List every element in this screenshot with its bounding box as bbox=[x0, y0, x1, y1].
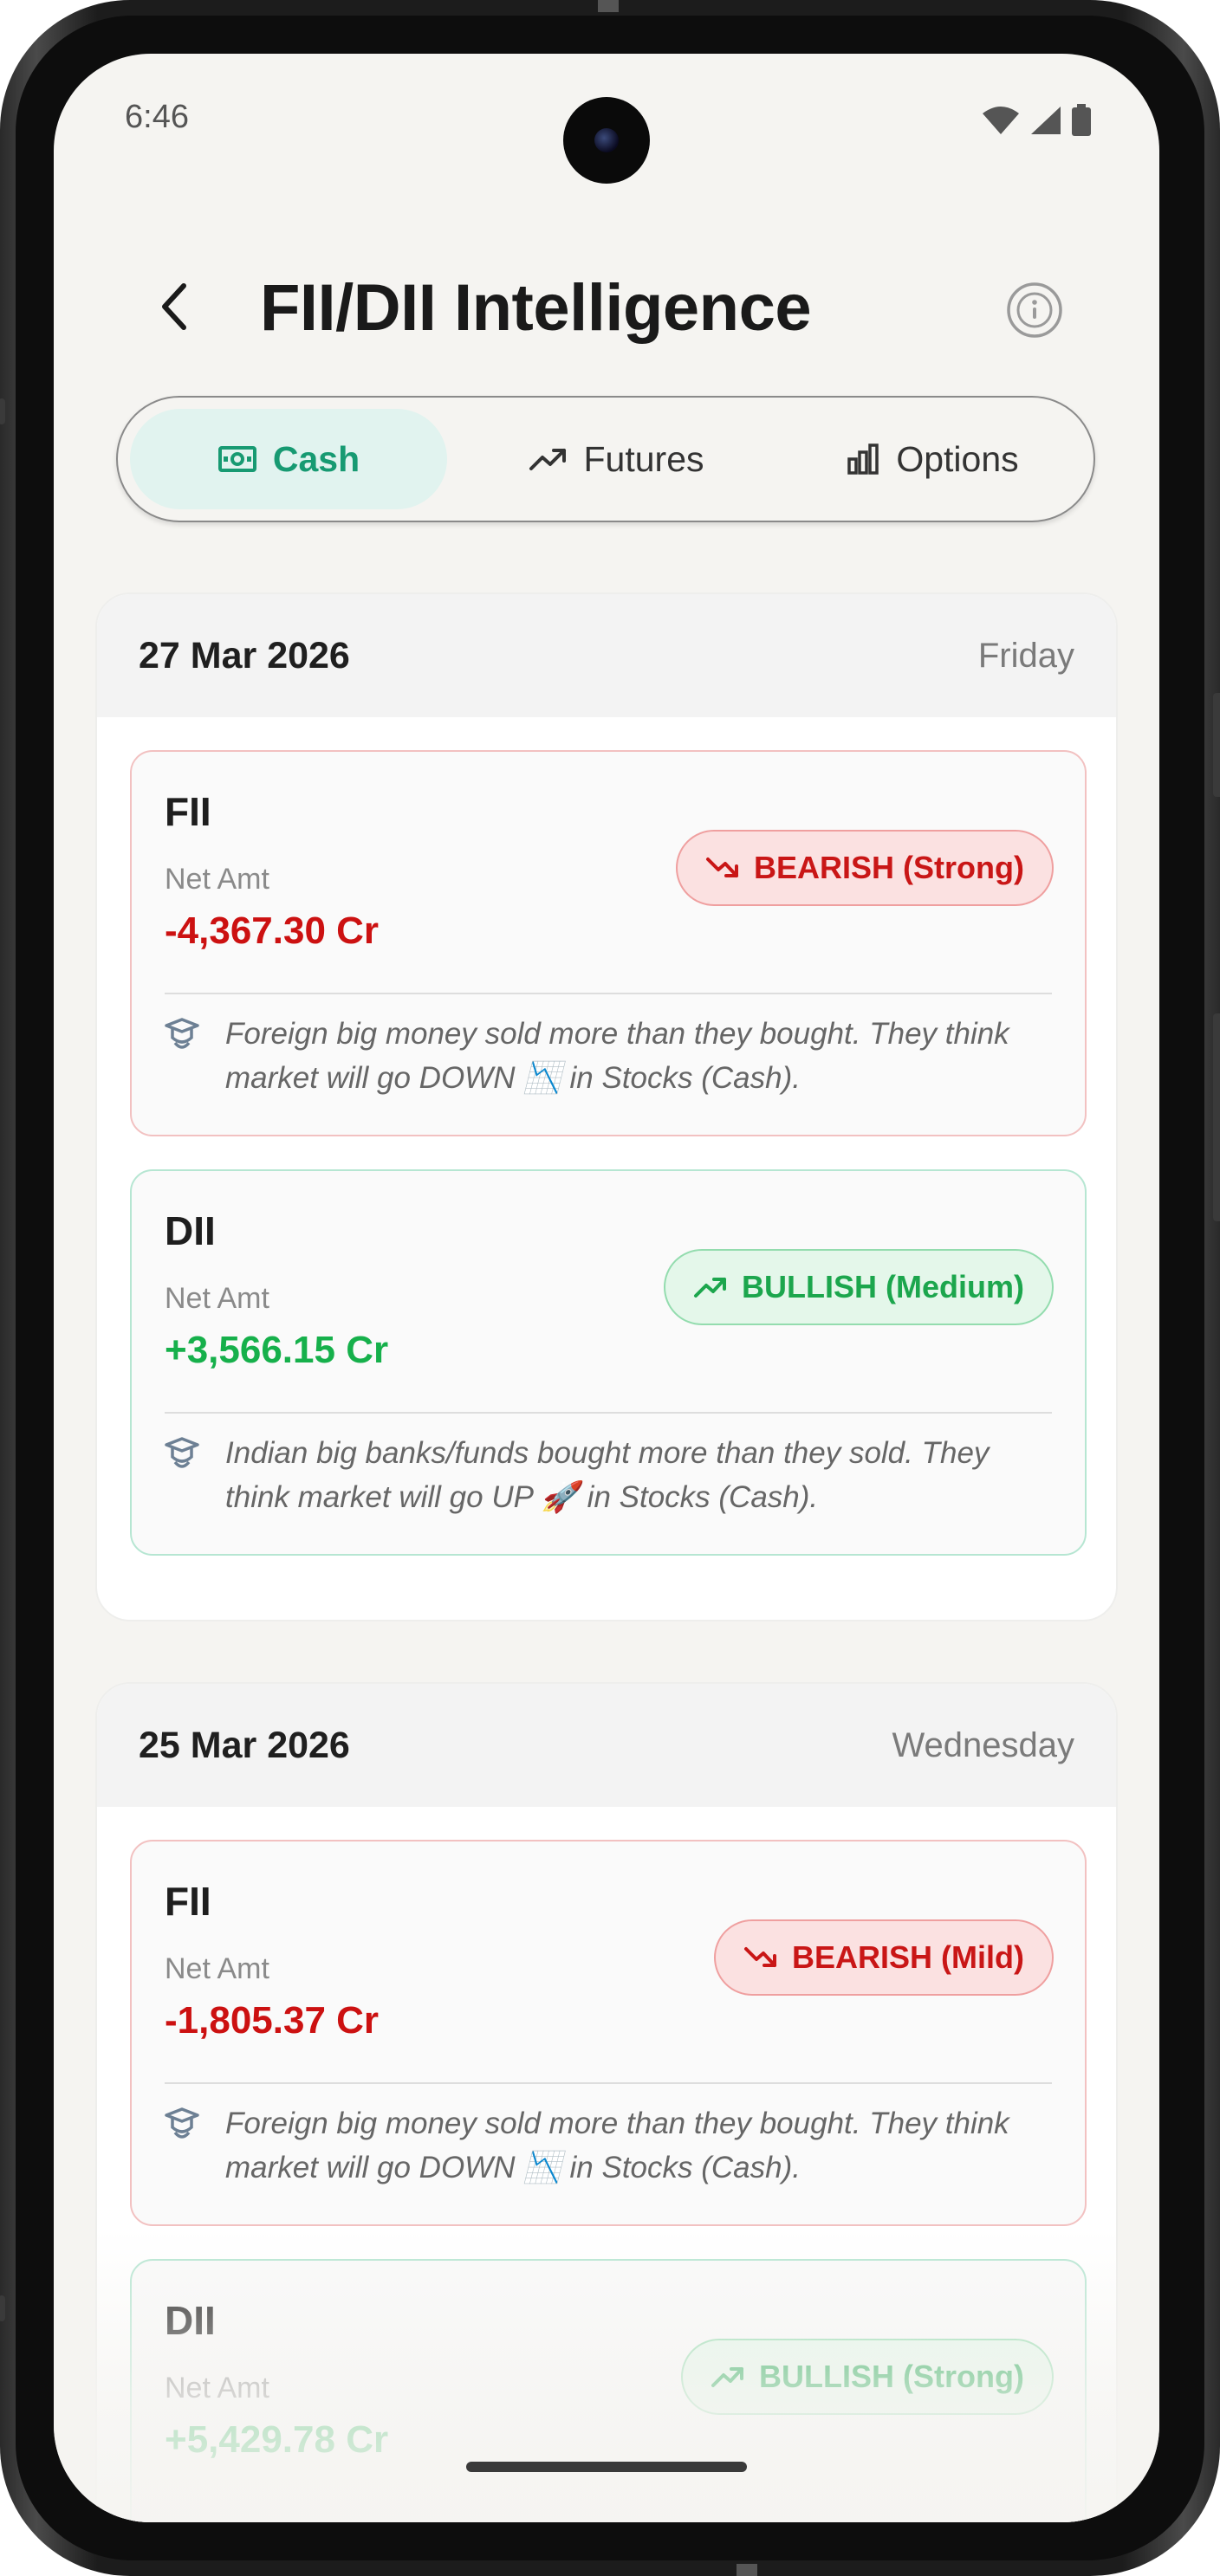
graduation-cap-icon bbox=[165, 1437, 199, 1468]
day-header: 27 Mar 2026 Friday bbox=[97, 594, 1116, 717]
day-date: 25 Mar 2026 bbox=[139, 1724, 350, 1766]
info-button[interactable] bbox=[1005, 281, 1064, 340]
trending-up-icon bbox=[711, 2367, 744, 2387]
explanation-text: Indian big banks/funds bought more than … bbox=[225, 1436, 990, 1514]
divider bbox=[165, 993, 1052, 994]
net-amount-label: Net Amt bbox=[165, 863, 269, 896]
cash-icon bbox=[217, 446, 256, 472]
volume-button bbox=[1213, 1013, 1220, 1221]
explanation-text: Foreign big money sold more than they bo… bbox=[225, 1017, 1009, 1095]
tab-label: Options bbox=[896, 438, 1019, 479]
flow-card-dii[interactable]: DII Net Amt +5,429.78 Cr BULLISH (Strong… bbox=[130, 2259, 1087, 2522]
phone-frame: 6:46 FII/DII Intelligence Cash Futures O… bbox=[0, 0, 1220, 2576]
antenna-band bbox=[598, 0, 619, 12]
home-indicator[interactable] bbox=[466, 2462, 747, 2472]
sentiment-badge: BULLISH (Strong) bbox=[681, 2339, 1054, 2415]
back-button[interactable] bbox=[140, 272, 210, 341]
entity-name: DII bbox=[165, 2298, 216, 2343]
tab-cash[interactable]: Cash bbox=[130, 409, 447, 509]
status-icons bbox=[981, 104, 1092, 137]
page-title: FII/DII Intelligence bbox=[260, 271, 812, 345]
net-amount-label: Net Amt bbox=[165, 1952, 269, 1985]
trending-down-icon bbox=[744, 1947, 777, 1967]
explanation-text: Foreign big money sold more than they bo… bbox=[225, 2107, 1009, 2184]
back-arrow-icon bbox=[162, 283, 186, 330]
sentiment-badge: BEARISH (Mild) bbox=[714, 1919, 1054, 1996]
front-camera bbox=[563, 97, 650, 184]
net-amount-value: -4,367.30 Cr bbox=[165, 909, 380, 952]
day-weekday: Friday bbox=[977, 636, 1074, 675]
flow-card-fii[interactable]: FII Net Amt -4,367.30 Cr BEARISH (Strong… bbox=[130, 750, 1087, 1136]
entity-name: FII bbox=[165, 789, 211, 834]
side-band bbox=[0, 2295, 5, 2321]
trending-down-icon bbox=[706, 858, 739, 877]
trending-up-icon bbox=[694, 1278, 727, 1298]
bar-chart-icon bbox=[847, 443, 879, 475]
entity-name: DII bbox=[165, 1208, 216, 1253]
tab-futures[interactable]: Futures bbox=[456, 409, 776, 509]
signal-icon bbox=[1031, 107, 1061, 134]
app-header: FII/DII Intelligence bbox=[54, 253, 1159, 357]
sentiment-label: BEARISH (Mild) bbox=[792, 1939, 1024, 1975]
sentiment-badge: BEARISH (Strong) bbox=[676, 830, 1054, 906]
net-amount-label: Net Amt bbox=[165, 2372, 269, 2404]
graduation-cap-icon bbox=[165, 1018, 199, 1049]
net-amount-value: +3,566.15 Cr bbox=[165, 1329, 389, 1371]
segment-tabs: Cash Futures Options bbox=[116, 396, 1095, 522]
flow-card-fii[interactable]: FII Net Amt -1,805.37 Cr BEARISH (Mild) bbox=[130, 1840, 1087, 2226]
side-band bbox=[0, 398, 5, 424]
tab-label: Futures bbox=[583, 438, 704, 479]
net-amount-value: -1,805.37 Cr bbox=[165, 1999, 380, 2042]
sentiment-badge: BULLISH (Medium) bbox=[664, 1249, 1054, 1325]
day-card: 25 Mar 2026 Wednesday FII Net Amt -1,805… bbox=[95, 1682, 1118, 2522]
tab-label: Cash bbox=[272, 438, 360, 479]
antenna-band bbox=[737, 2564, 757, 2576]
flow-card-dii[interactable]: DII Net Amt +3,566.15 Cr BULLISH (Medium… bbox=[130, 1169, 1087, 1556]
day-weekday: Wednesday bbox=[892, 1725, 1074, 1764]
day-header: 25 Mar 2026 Wednesday bbox=[97, 1684, 1116, 1807]
battery-icon bbox=[1072, 104, 1091, 136]
graduation-cap-icon bbox=[165, 2107, 199, 2139]
info-icon bbox=[1007, 282, 1062, 338]
divider bbox=[165, 2082, 1052, 2084]
sentiment-label: BULLISH (Medium) bbox=[742, 1269, 1024, 1304]
status-time: 6:46 bbox=[125, 99, 189, 135]
sentiment-label: BULLISH (Strong) bbox=[759, 2359, 1024, 2394]
divider bbox=[165, 1412, 1052, 1414]
tab-options[interactable]: Options bbox=[785, 409, 1080, 509]
net-amount-value: +5,429.78 Cr bbox=[165, 2418, 389, 2461]
sentiment-label: BEARISH (Strong) bbox=[754, 850, 1024, 885]
entity-name: FII bbox=[165, 1879, 211, 1924]
app-screen: 6:46 FII/DII Intelligence Cash Futures O… bbox=[54, 54, 1159, 2522]
net-amount-label: Net Amt bbox=[165, 1282, 269, 1315]
day-date: 27 Mar 2026 bbox=[139, 634, 350, 676]
wifi-icon bbox=[983, 107, 1019, 134]
side-button bbox=[1213, 693, 1220, 797]
day-card: 27 Mar 2026 Friday FII Net Amt -4,367.30… bbox=[95, 592, 1118, 1621]
trending-up-icon bbox=[529, 449, 566, 470]
